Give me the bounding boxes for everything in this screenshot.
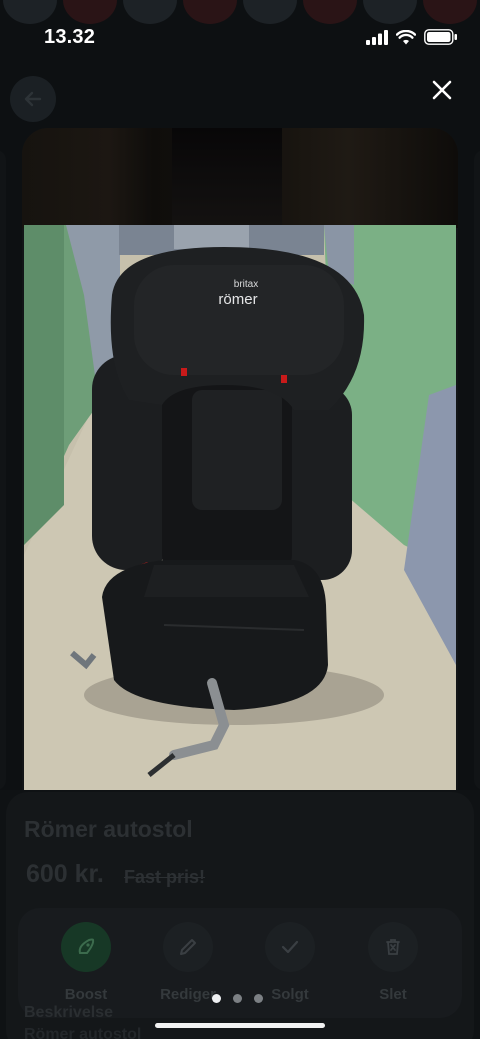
description-heading: Beskrivelse bbox=[24, 1004, 113, 1021]
close-button[interactable] bbox=[426, 74, 458, 106]
wifi-icon bbox=[395, 29, 417, 50]
background-back-button bbox=[10, 76, 56, 122]
boost-icon-circle bbox=[61, 922, 111, 972]
boost-button: Boost bbox=[46, 922, 126, 1012]
rocket-icon bbox=[78, 938, 95, 954]
car-seat-photo: britax römer bbox=[24, 225, 456, 801]
close-icon bbox=[432, 80, 452, 100]
listing-photo[interactable]: britax römer bbox=[24, 225, 456, 801]
pager-dot-2[interactable] bbox=[233, 994, 242, 1003]
description-preview: Römer autostol bbox=[24, 1026, 142, 1039]
sold-icon-circle bbox=[265, 922, 315, 972]
check-icon bbox=[281, 940, 299, 954]
status-icons bbox=[366, 29, 458, 50]
delete-icon-circle bbox=[368, 922, 418, 972]
listing-title: Römer autostol bbox=[24, 816, 193, 842]
pencil-icon bbox=[180, 939, 196, 955]
edit-icon-circle bbox=[163, 922, 213, 972]
background-photo-strip bbox=[22, 128, 458, 228]
pager-dot-1[interactable] bbox=[212, 994, 221, 1003]
arrow-left-icon bbox=[24, 91, 42, 107]
boost-label: Boost bbox=[64, 986, 108, 1003]
status-bar: 13.32 bbox=[0, 24, 480, 54]
battery-icon bbox=[424, 29, 458, 50]
delete-label: Slet bbox=[379, 986, 407, 1003]
top-decoration bbox=[0, 0, 480, 24]
previous-card-peek bbox=[0, 150, 6, 790]
trash-icon bbox=[386, 939, 400, 955]
listing-price: 600 kr. bbox=[26, 860, 104, 888]
photo-viewer-screen: 13.32 britax römer Römer autostol 600 kr… bbox=[0, 0, 480, 1039]
status-time: 13.32 bbox=[44, 26, 96, 48]
home-indicator[interactable] bbox=[155, 1023, 325, 1028]
pager-dot-3[interactable] bbox=[254, 994, 263, 1003]
next-card-peek bbox=[474, 150, 480, 790]
brand-logo-romer: römer bbox=[218, 291, 257, 308]
brand-logo-britax: britax bbox=[234, 279, 258, 290]
price-note: Fast pris! bbox=[124, 867, 206, 887]
delete-button: Slet bbox=[353, 922, 433, 1012]
photo-pager bbox=[212, 994, 263, 1003]
cellular-signal-icon bbox=[366, 29, 388, 50]
